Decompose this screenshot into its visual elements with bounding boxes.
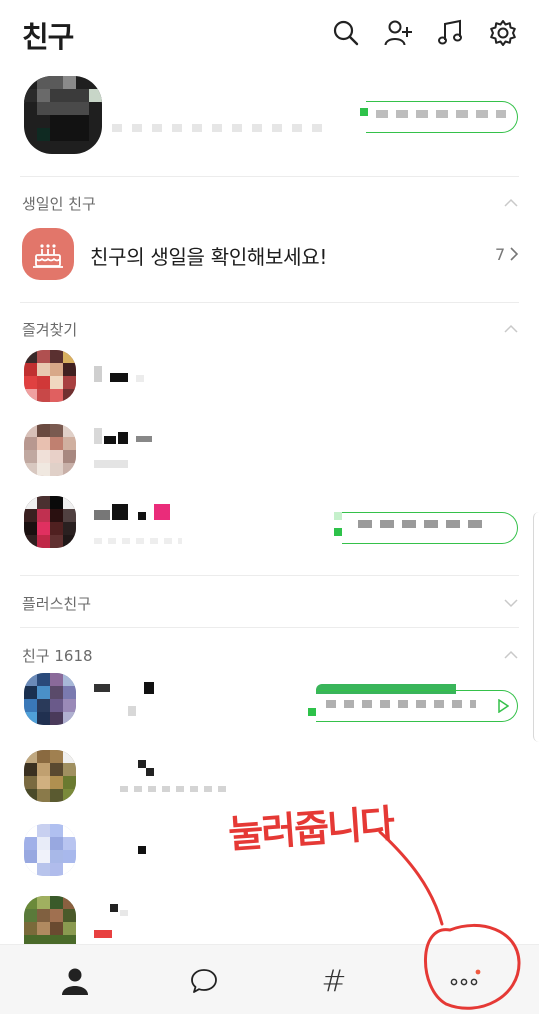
page-title: 친구 [22, 20, 74, 54]
settings-icon[interactable] [488, 18, 518, 48]
chevron-right-icon [510, 247, 519, 261]
music-pill[interactable] [316, 690, 518, 722]
avatar [24, 496, 76, 548]
chevron-up-icon[interactable] [503, 324, 519, 334]
header: 친구 [0, 0, 539, 68]
bottom-nav: # [0, 944, 539, 1014]
divider [20, 176, 519, 177]
profile-name-blur [112, 124, 327, 132]
avatar [24, 424, 76, 476]
music-icon[interactable] [436, 18, 466, 48]
cake-icon [22, 228, 74, 280]
avatar [24, 896, 76, 944]
divider [20, 627, 519, 628]
add-friend-icon[interactable] [383, 18, 413, 48]
section-plus-friends-label[interactable]: 플러스친구 [22, 593, 91, 614]
friends-icon [62, 968, 88, 995]
divider [20, 575, 519, 576]
my-profile-avatar[interactable] [24, 76, 102, 154]
music-pill[interactable] [342, 512, 518, 544]
avatar [24, 673, 76, 725]
chat-icon [191, 969, 217, 993]
hashtag-icon: # [321, 963, 347, 999]
section-favorites-label: 즐겨찾기 [22, 321, 78, 339]
avatar [24, 350, 76, 402]
handwritten-annotation: 눌러줍니다 [226, 800, 395, 857]
bottom-strip [0, 1014, 539, 1026]
tab-more[interactable] [442, 959, 486, 1003]
chevron-down-icon[interactable] [503, 598, 519, 608]
tab-hashtag[interactable]: # [312, 959, 356, 1003]
scrollbar[interactable] [533, 512, 539, 742]
section-friends-label: 친구 1618 [22, 647, 93, 665]
avatar [24, 824, 76, 876]
birthday-count: 7 [495, 245, 506, 264]
chevron-up-icon[interactable] [503, 198, 519, 208]
section-birthday-label: 생일인 친구 [22, 195, 96, 213]
tab-friends[interactable] [53, 959, 97, 1003]
divider [20, 302, 519, 303]
chevron-up-icon[interactable] [503, 650, 519, 660]
play-icon[interactable] [497, 699, 509, 713]
more-icon [450, 969, 481, 986]
birthday-banner-text: 친구의 생일을 확인해보세요! [90, 245, 328, 269]
tab-chats[interactable] [182, 959, 226, 1003]
profile-music-pill[interactable] [366, 101, 518, 133]
search-icon[interactable] [331, 18, 361, 48]
avatar [24, 750, 76, 802]
